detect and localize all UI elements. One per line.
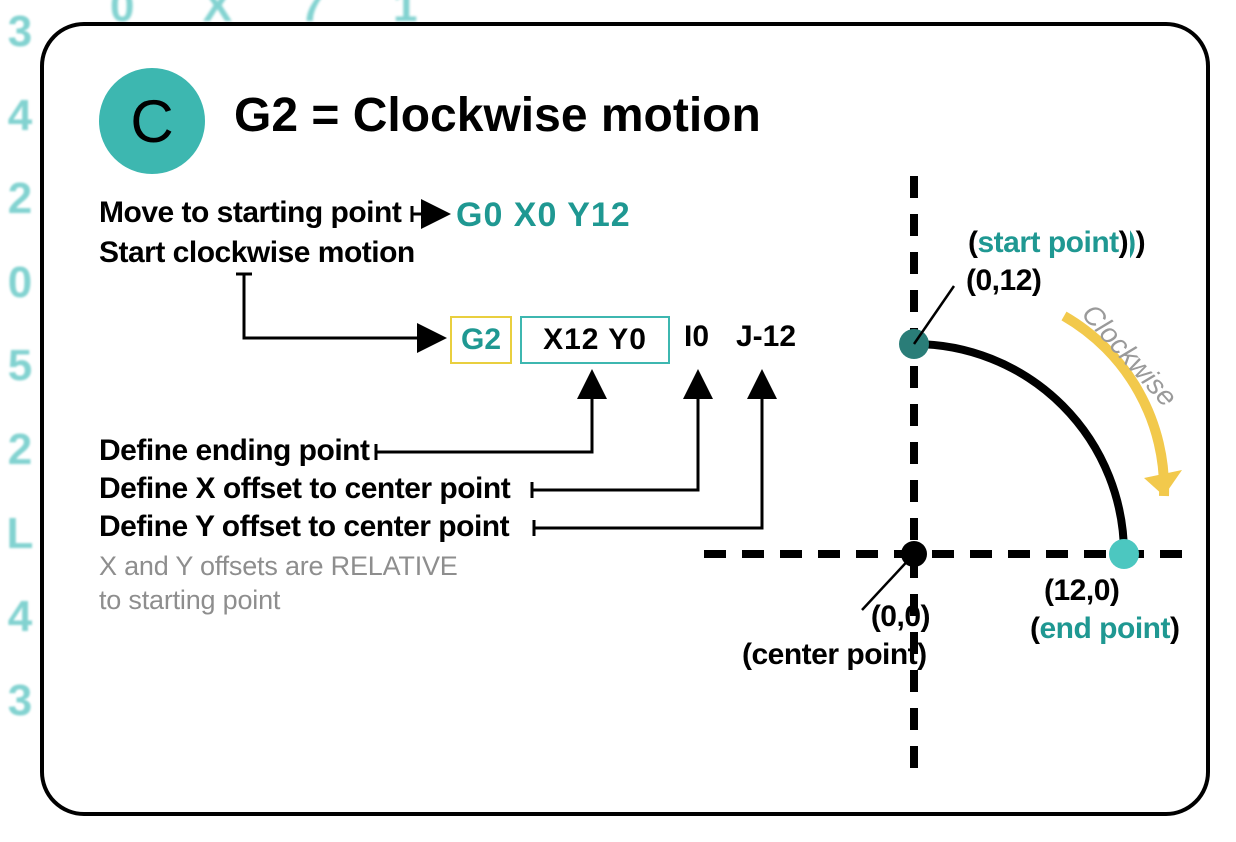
background-digits-left: 342 052 L43 — [0, 0, 40, 742]
page: 342 052 L43 0 X 7 1 C G2 = Clockwise mot… — [0, 0, 1236, 842]
start-point-label-text: (start point) — [966, 226, 1130, 260]
start-point-val: (0,12) — [966, 264, 1041, 298]
end-point-label: (end point) — [1030, 612, 1179, 646]
center-label: (center point) — [742, 638, 927, 672]
diagram-card: C G2 = Clockwise motion Move to starting… — [40, 22, 1210, 816]
center-val: (0,0) — [800, 600, 930, 634]
end-point-val: (12,0) — [1044, 574, 1119, 608]
